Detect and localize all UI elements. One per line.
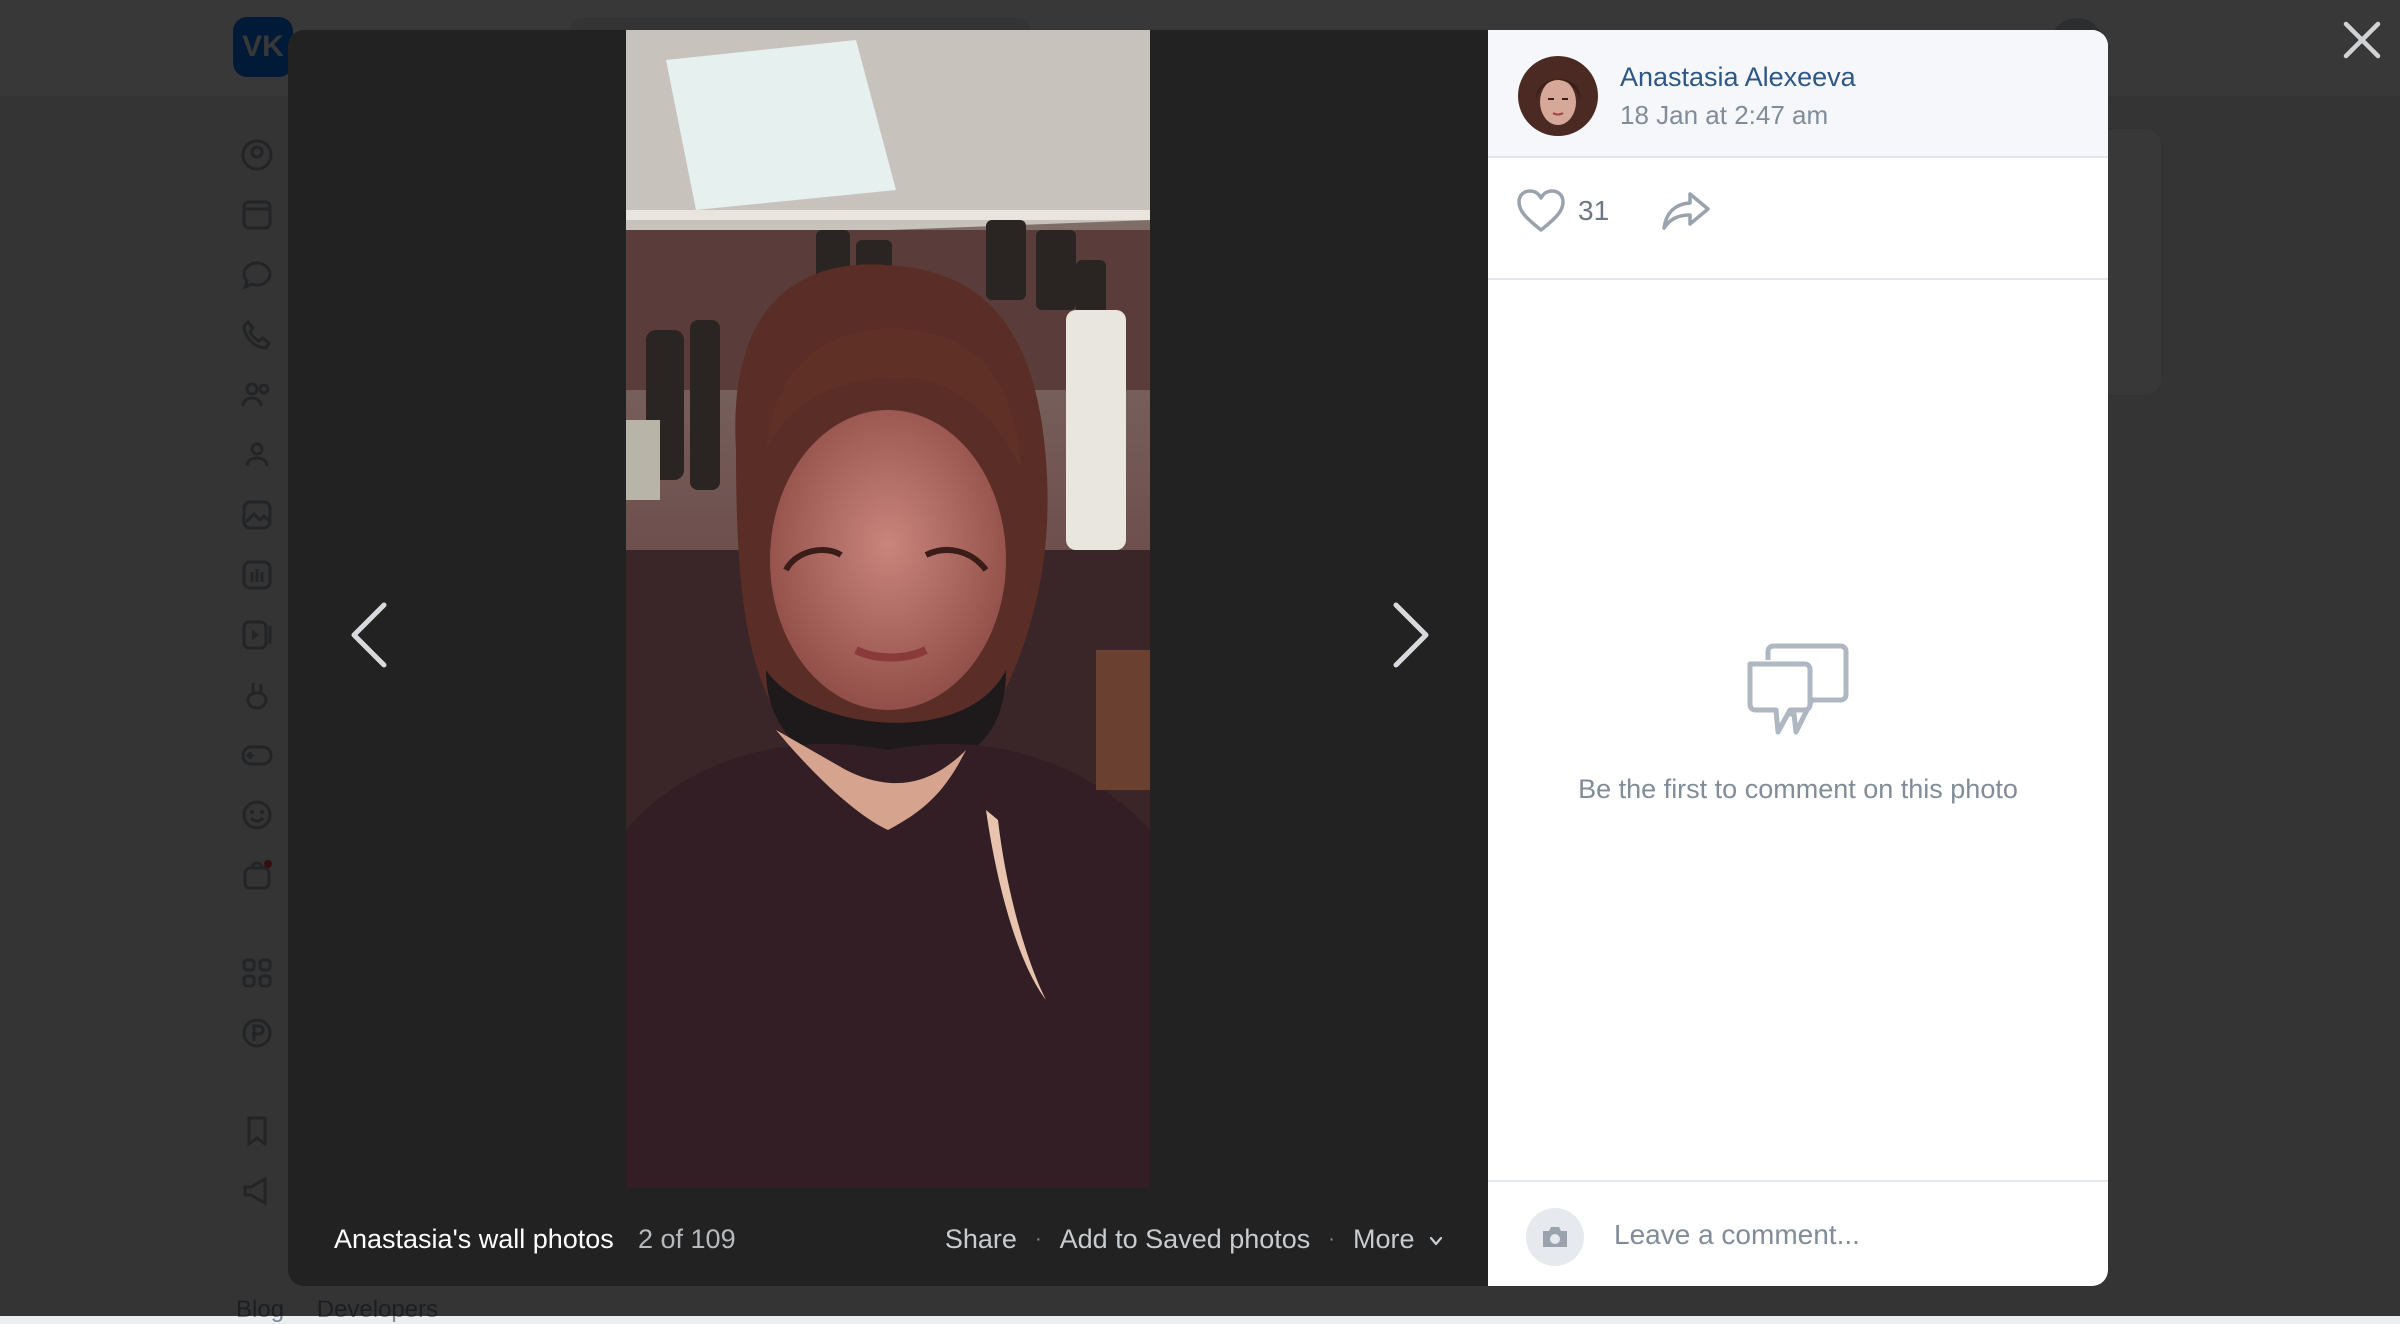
photo-counter: 2 of 109 <box>638 1224 736 1254</box>
photo-viewer: Anastasia's wall photos 2 of 109 Share ·… <box>288 30 1488 1286</box>
like-count: 31 <box>1578 195 1610 226</box>
reactions-bar: 31 <box>1488 158 2108 280</box>
like-button[interactable]: 31 <box>1516 188 1609 234</box>
empty-comments: Be the first to comment on this photo <box>1488 640 2108 805</box>
separator-dot: · <box>1034 1228 1042 1250</box>
share-arrow-icon[interactable] <box>1660 188 1712 234</box>
chevron-down-icon <box>1429 1236 1443 1245</box>
author-avatar-image <box>1518 56 1598 136</box>
photo[interactable] <box>626 30 1150 1188</box>
chevron-left-icon[interactable] <box>336 570 406 700</box>
add-to-saved-link[interactable]: Add to Saved photos <box>1060 1224 1311 1255</box>
empty-comments-text: Be the first to comment on this photo <box>1578 774 2018 804</box>
comment-composer <box>1488 1180 2108 1286</box>
photo-image <box>626 30 1150 1188</box>
separator-dot: · <box>1328 1228 1335 1250</box>
author-avatar[interactable] <box>1518 56 1598 136</box>
chevron-right-icon[interactable] <box>1374 570 1444 700</box>
photo-footer: Anastasia's wall photos 2 of 109 Share ·… <box>288 1212 1488 1286</box>
attach-photo-button[interactable] <box>1526 1208 1584 1266</box>
camera-icon <box>1543 1227 1567 1247</box>
album-title-link[interactable]: Anastasia's wall photos <box>334 1224 614 1255</box>
author-header: Anastasia Alexeeva 18 Jan at 2:47 am <box>1488 30 2108 158</box>
more-label: More <box>1352 1224 1415 1254</box>
close-icon[interactable] <box>2336 14 2388 66</box>
comments-icon <box>1747 643 1849 735</box>
share-link[interactable]: Share <box>945 1224 1017 1255</box>
more-menu-button[interactable]: More <box>1353 1224 1444 1255</box>
post-date[interactable]: 18 Jan at 2:47 am <box>1620 100 1828 131</box>
author-name-link[interactable]: Anastasia Alexeeva <box>1620 62 1856 93</box>
heart-icon <box>1517 189 1565 232</box>
photo-info-panel: Anastasia Alexeeva 18 Jan at 2:47 am 31 … <box>1488 30 2108 1286</box>
comment-input[interactable] <box>1612 1202 2076 1268</box>
photo-actions: Share · Add to Saved photos · More <box>945 1224 1444 1255</box>
